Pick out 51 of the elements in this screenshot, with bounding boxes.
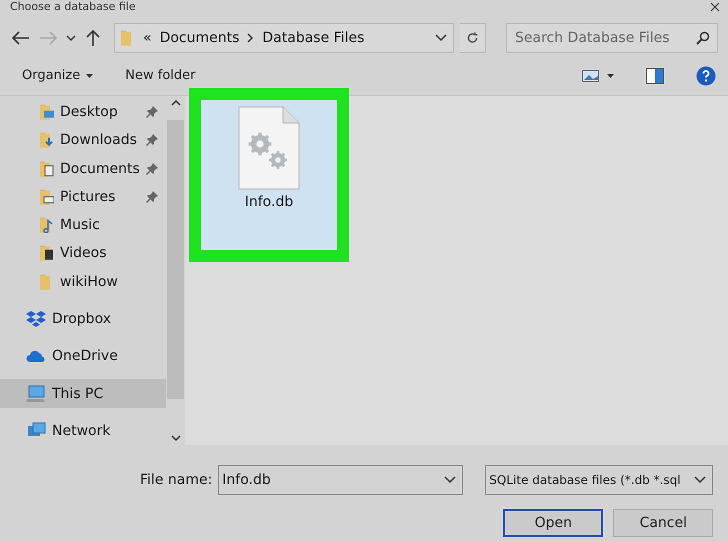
file-name-label: File name:	[140, 472, 212, 488]
file-type-dropdown[interactable]: SQLite database files (*.db *.sql	[485, 465, 714, 495]
sidebar-item[interactable]: This PC	[0, 379, 166, 408]
preview-pane-button[interactable]	[646, 68, 664, 84]
file-tile[interactable]: Info.db	[189, 88, 349, 262]
new-folder-button[interactable]: New folder	[125, 68, 196, 83]
breadcrumb[interactable]: Documents	[160, 30, 240, 46]
chevron-down-icon	[66, 35, 76, 41]
address-bar[interactable]: « Documents Database Files	[114, 23, 454, 53]
open-button[interactable]: Open	[503, 509, 604, 537]
computer-icon	[26, 384, 46, 403]
sidebar-item[interactable]: Pictures	[0, 182, 166, 212]
folder-icon	[40, 104, 54, 120]
folder-icon	[40, 245, 54, 262]
organize-button[interactable]: Organize	[22, 68, 94, 83]
window-title: Choose a database file	[10, 0, 136, 14]
file-name-field[interactable]: Info.db	[218, 465, 464, 495]
breadcrumb[interactable]: Database Files	[262, 30, 364, 46]
folder-icon	[40, 132, 54, 148]
sidebar-item[interactable]: wikiHow	[0, 268, 166, 296]
search-field[interactable]: Search Database Files	[506, 23, 718, 53]
scroll-up-icon[interactable]	[170, 100, 180, 106]
chevron-right-icon	[247, 33, 254, 43]
dropbox-icon	[26, 310, 46, 328]
sidebar-item[interactable]: Network	[0, 416, 166, 445]
chevron-down-icon	[444, 476, 456, 484]
file-name: Info.db	[244, 194, 294, 210]
cancel-button[interactable]: Cancel	[613, 509, 714, 537]
sidebar-item[interactable]: Desktop	[0, 98, 166, 126]
scroll-down-icon[interactable]	[170, 435, 180, 441]
refresh-button[interactable]	[460, 23, 486, 53]
sidebar-item[interactable]: Downloads	[0, 126, 166, 155]
file-with-gears-icon	[238, 106, 300, 190]
search-icon	[696, 31, 710, 45]
caret-icon	[86, 74, 94, 78]
sidebar-item[interactable]: OneDrive	[0, 342, 166, 370]
overflow-marker[interactable]: «	[142, 30, 152, 46]
folder-icon	[40, 188, 54, 205]
help-button[interactable]	[696, 66, 716, 86]
sidebar-item[interactable]: Videos	[0, 239, 166, 268]
sidebar-item[interactable]: Music	[0, 211, 166, 240]
view-options-button[interactable]	[582, 70, 614, 82]
cloud-icon	[26, 349, 46, 364]
sidebar-item[interactable]: Dropbox	[0, 304, 166, 334]
chevron-down-icon	[694, 476, 706, 484]
chevron-down-icon	[434, 34, 447, 42]
folder-icon	[40, 217, 54, 234]
scrollbar-thumb[interactable]	[167, 120, 184, 399]
sidebar-item[interactable]: Documents	[0, 154, 166, 183]
folder-icon	[40, 160, 54, 177]
close-icon[interactable]	[710, 2, 720, 12]
